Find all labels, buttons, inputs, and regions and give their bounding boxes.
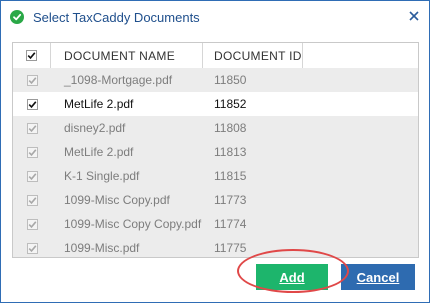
row-checkbox (26, 242, 38, 254)
cancel-button[interactable]: Cancel (341, 264, 415, 290)
table-row: 1099-Misc Copy Copy.pdf 11774 (13, 212, 418, 236)
row-checkbox (26, 74, 38, 86)
document-id-cell: 11773 (214, 193, 247, 207)
close-icon (409, 11, 419, 21)
table-row[interactable]: MetLife 2.pdf 11852 (13, 92, 418, 116)
document-id-cell: 11815 (214, 169, 247, 183)
checkmark-icon (28, 124, 36, 132)
close-button[interactable] (405, 7, 423, 25)
grid-header: DOCUMENT NAME DOCUMENT ID (13, 43, 418, 69)
document-id-cell: 11813 (214, 145, 247, 159)
title-bar: Select TaxCaddy Documents (1, 1, 429, 34)
checkmark-icon (28, 100, 36, 108)
checkmark-icon (28, 172, 36, 180)
document-name-cell: MetLife 2.pdf (64, 145, 134, 159)
row-checkbox (26, 122, 38, 134)
taxcaddy-check-icon (10, 10, 24, 24)
document-id-cell: 11808 (214, 121, 247, 135)
select-documents-dialog: Select TaxCaddy Documents DOCUMENT NAME … (0, 0, 430, 303)
row-checkbox[interactable] (26, 98, 38, 110)
checkmark-icon (28, 76, 36, 84)
row-checkbox (26, 170, 38, 182)
document-name-cell: 1099-Misc Copy Copy.pdf (64, 217, 202, 231)
table-row: disney2.pdf 11808 (13, 116, 418, 140)
column-header-document-name[interactable]: DOCUMENT NAME (51, 43, 203, 68)
document-name-cell: 1099-Misc Copy.pdf (64, 193, 170, 207)
table-row: MetLife 2.pdf 11813 (13, 140, 418, 164)
checkmark-icon (28, 196, 36, 204)
table-row: 1099-Misc Copy.pdf 11773 (13, 188, 418, 212)
document-id-cell: 11774 (214, 217, 247, 231)
row-checkbox (26, 194, 38, 206)
document-name-cell: K-1 Single.pdf (64, 169, 140, 183)
checkmark-icon (27, 52, 36, 60)
add-button[interactable]: Add (256, 264, 328, 290)
dialog-title: Select TaxCaddy Documents (33, 10, 200, 25)
document-id-cell: 11852 (214, 97, 247, 111)
table-row: _1098-Mortgage.pdf 11850 (13, 68, 418, 92)
document-name-cell: MetLife 2.pdf (64, 97, 134, 111)
row-checkbox (26, 146, 38, 158)
select-all-checkbox[interactable] (26, 50, 37, 61)
table-row: K-1 Single.pdf 11815 (13, 164, 418, 188)
document-name-cell: 1099-Misc.pdf (64, 241, 140, 255)
document-name-cell: _1098-Mortgage.pdf (64, 73, 173, 87)
document-id-cell: 11775 (214, 241, 247, 255)
document-name-cell: disney2.pdf (64, 121, 126, 135)
documents-grid: DOCUMENT NAME DOCUMENT ID _1098-Mortgage… (12, 42, 419, 258)
table-row: 1099-Misc.pdf 11775 (13, 236, 418, 257)
row-checkbox (26, 218, 38, 230)
checkmark-icon (28, 148, 36, 156)
checkmark-icon (28, 220, 36, 228)
document-id-cell: 11850 (214, 73, 247, 87)
checkmark-icon (28, 244, 36, 252)
column-header-document-id[interactable]: DOCUMENT ID (203, 43, 303, 68)
